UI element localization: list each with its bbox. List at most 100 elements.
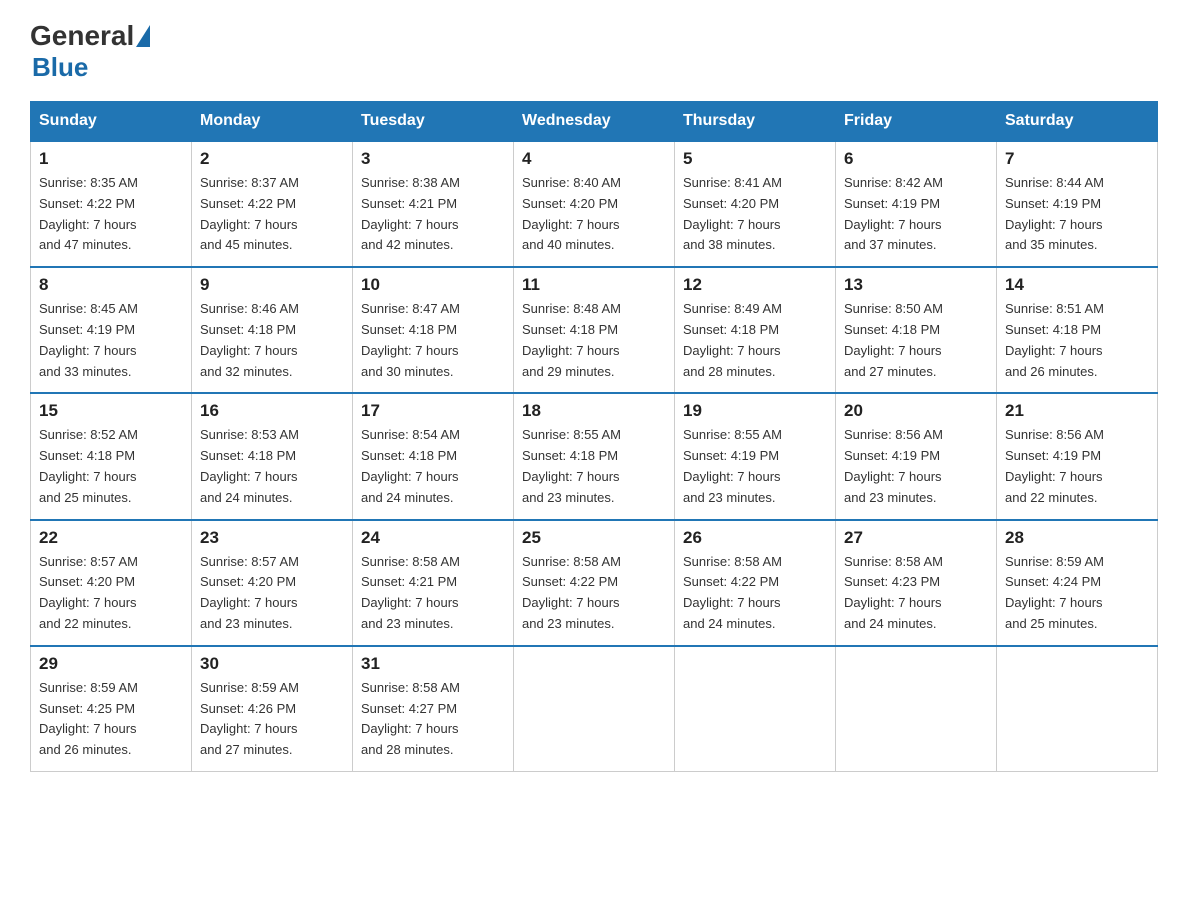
logo-text: General [30,20,152,52]
calendar-day-cell: 8 Sunrise: 8:45 AMSunset: 4:19 PMDaylight… [31,267,192,393]
day-number: 31 [361,654,505,674]
day-info: Sunrise: 8:56 AMSunset: 4:19 PMDaylight:… [844,425,988,508]
calendar-day-cell: 24 Sunrise: 8:58 AMSunset: 4:21 PMDayligh… [353,520,514,646]
calendar-day-cell: 14Sunrise: 8:51 AMSunset: 4:18 PMDayligh… [997,267,1158,393]
calendar-day-cell: 28 Sunrise: 8:59 AMSunset: 4:24 PMDayligh… [997,520,1158,646]
day-info: Sunrise: 8:58 AMSunset: 4:22 PMDaylight:… [522,552,666,635]
day-number: 15 [39,401,183,421]
day-info: Sunrise: 8:47 AMSunset: 4:18 PMDaylight:… [361,299,505,382]
day-info: Sunrise: 8:57 AMSunset: 4:20 PMDaylight:… [200,552,344,635]
day-info: Sunrise: 8:59 AMSunset: 4:24 PMDaylight:… [1005,552,1149,635]
calendar-day-cell: 6 Sunrise: 8:42 AMSunset: 4:19 PMDaylight… [836,141,997,267]
day-info: Sunrise: 8:57 AMSunset: 4:20 PMDaylight:… [39,552,183,635]
calendar-day-cell: 17Sunrise: 8:54 AMSunset: 4:18 PMDayligh… [353,393,514,519]
logo-triangle-icon [136,25,150,47]
day-number: 29 [39,654,183,674]
calendar-empty-cell [997,646,1158,772]
day-info: Sunrise: 8:46 AMSunset: 4:18 PMDaylight:… [200,299,344,382]
day-number: 23 [200,528,344,548]
calendar-day-cell: 3Sunrise: 8:38 AMSunset: 4:21 PMDaylight… [353,141,514,267]
day-number: 10 [361,275,505,295]
calendar-day-cell: 15 Sunrise: 8:52 AMSunset: 4:18 PMDayligh… [31,393,192,519]
day-info: Sunrise: 8:56 AMSunset: 4:19 PMDaylight:… [1005,425,1149,508]
day-info: Sunrise: 8:52 AMSunset: 4:18 PMDaylight:… [39,425,183,508]
calendar-week-row: 1Sunrise: 8:35 AMSunset: 4:22 PMDaylight… [31,141,1158,267]
calendar-day-cell: 21 Sunrise: 8:56 AMSunset: 4:19 PMDayligh… [997,393,1158,519]
calendar-day-cell: 25 Sunrise: 8:58 AMSunset: 4:22 PMDayligh… [514,520,675,646]
day-info: Sunrise: 8:54 AMSunset: 4:18 PMDaylight:… [361,425,505,508]
day-number: 7 [1005,149,1149,169]
page-header: General Blue [30,20,1158,83]
calendar-day-cell: 5 Sunrise: 8:41 AMSunset: 4:20 PMDaylight… [675,141,836,267]
calendar-day-cell: 1Sunrise: 8:35 AMSunset: 4:22 PMDaylight… [31,141,192,267]
day-number: 4 [522,149,666,169]
calendar-week-row: 22 Sunrise: 8:57 AMSunset: 4:20 PMDayligh… [31,520,1158,646]
day-number: 16 [200,401,344,421]
day-number: 21 [1005,401,1149,421]
weekday-header-wednesday: Wednesday [514,102,675,142]
weekday-header-friday: Friday [836,102,997,142]
day-number: 5 [683,149,827,169]
calendar-week-row: 15 Sunrise: 8:52 AMSunset: 4:18 PMDayligh… [31,393,1158,519]
calendar-day-cell: 20Sunrise: 8:56 AMSunset: 4:19 PMDayligh… [836,393,997,519]
logo: General Blue [30,20,152,83]
day-number: 1 [39,149,183,169]
day-info: Sunrise: 8:41 AMSunset: 4:20 PMDaylight:… [683,173,827,256]
day-info: Sunrise: 8:58 AMSunset: 4:21 PMDaylight:… [361,552,505,635]
calendar-day-cell: 22 Sunrise: 8:57 AMSunset: 4:20 PMDayligh… [31,520,192,646]
calendar-empty-cell [514,646,675,772]
day-info: Sunrise: 8:58 AMSunset: 4:23 PMDaylight:… [844,552,988,635]
calendar-week-row: 8 Sunrise: 8:45 AMSunset: 4:19 PMDaylight… [31,267,1158,393]
day-info: Sunrise: 8:40 AMSunset: 4:20 PMDaylight:… [522,173,666,256]
calendar-day-cell: 27Sunrise: 8:58 AMSunset: 4:23 PMDayligh… [836,520,997,646]
calendar-day-cell: 9 Sunrise: 8:46 AMSunset: 4:18 PMDaylight… [192,267,353,393]
day-number: 12 [683,275,827,295]
day-info: Sunrise: 8:55 AMSunset: 4:19 PMDaylight:… [683,425,827,508]
calendar-day-cell: 23 Sunrise: 8:57 AMSunset: 4:20 PMDayligh… [192,520,353,646]
day-number: 26 [683,528,827,548]
day-number: 28 [1005,528,1149,548]
calendar-day-cell: 31 Sunrise: 8:58 AMSunset: 4:27 PMDayligh… [353,646,514,772]
day-number: 8 [39,275,183,295]
weekday-header-thursday: Thursday [675,102,836,142]
weekday-header-sunday: Sunday [31,102,192,142]
day-number: 6 [844,149,988,169]
weekday-header-saturday: Saturday [997,102,1158,142]
day-number: 24 [361,528,505,548]
weekday-header-row: SundayMondayTuesdayWednesdayThursdayFrid… [31,102,1158,142]
day-number: 13 [844,275,988,295]
day-info: Sunrise: 8:55 AMSunset: 4:18 PMDaylight:… [522,425,666,508]
day-number: 22 [39,528,183,548]
day-number: 25 [522,528,666,548]
day-info: Sunrise: 8:58 AMSunset: 4:22 PMDaylight:… [683,552,827,635]
calendar-day-cell: 26 Sunrise: 8:58 AMSunset: 4:22 PMDayligh… [675,520,836,646]
calendar-day-cell: 7 Sunrise: 8:44 AMSunset: 4:19 PMDaylight… [997,141,1158,267]
day-number: 19 [683,401,827,421]
day-info: Sunrise: 8:44 AMSunset: 4:19 PMDaylight:… [1005,173,1149,256]
calendar-day-cell: 19 Sunrise: 8:55 AMSunset: 4:19 PMDayligh… [675,393,836,519]
calendar-week-row: 29 Sunrise: 8:59 AMSunset: 4:25 PMDayligh… [31,646,1158,772]
day-info: Sunrise: 8:58 AMSunset: 4:27 PMDaylight:… [361,678,505,761]
calendar-day-cell: 29 Sunrise: 8:59 AMSunset: 4:25 PMDayligh… [31,646,192,772]
calendar-day-cell: 30Sunrise: 8:59 AMSunset: 4:26 PMDayligh… [192,646,353,772]
weekday-header-monday: Monday [192,102,353,142]
calendar-day-cell: 12 Sunrise: 8:49 AMSunset: 4:18 PMDayligh… [675,267,836,393]
calendar-empty-cell [675,646,836,772]
day-number: 11 [522,275,666,295]
day-number: 2 [200,149,344,169]
day-info: Sunrise: 8:49 AMSunset: 4:18 PMDaylight:… [683,299,827,382]
day-number: 14 [1005,275,1149,295]
day-info: Sunrise: 8:45 AMSunset: 4:19 PMDaylight:… [39,299,183,382]
day-number: 9 [200,275,344,295]
logo-blue-text: Blue [30,52,88,83]
day-info: Sunrise: 8:53 AMSunset: 4:18 PMDaylight:… [200,425,344,508]
calendar-day-cell: 4 Sunrise: 8:40 AMSunset: 4:20 PMDaylight… [514,141,675,267]
calendar-day-cell: 16 Sunrise: 8:53 AMSunset: 4:18 PMDayligh… [192,393,353,519]
calendar-empty-cell [836,646,997,772]
day-info: Sunrise: 8:37 AMSunset: 4:22 PMDaylight:… [200,173,344,256]
day-info: Sunrise: 8:42 AMSunset: 4:19 PMDaylight:… [844,173,988,256]
day-info: Sunrise: 8:59 AMSunset: 4:26 PMDaylight:… [200,678,344,761]
day-info: Sunrise: 8:59 AMSunset: 4:25 PMDaylight:… [39,678,183,761]
day-info: Sunrise: 8:50 AMSunset: 4:18 PMDaylight:… [844,299,988,382]
day-info: Sunrise: 8:38 AMSunset: 4:21 PMDaylight:… [361,173,505,256]
